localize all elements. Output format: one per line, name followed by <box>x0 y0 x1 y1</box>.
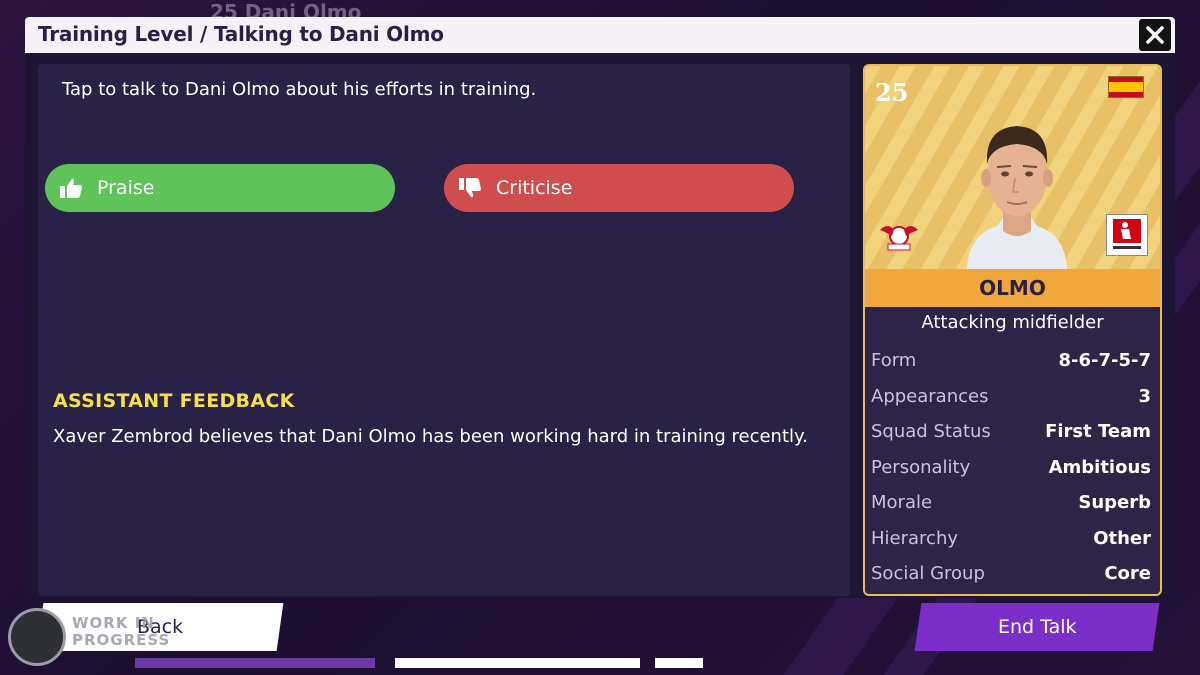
stat-row-social-group: Social Group Core <box>871 563 1151 593</box>
stat-row-squad-status: Squad Status First Team <box>871 421 1151 451</box>
stat-value: First Team <box>1045 421 1151 442</box>
stat-label: Social Group <box>871 563 985 584</box>
stat-value: 3 <box>1138 386 1151 407</box>
stat-label: Appearances <box>871 386 989 407</box>
modal-title-bar: Training Level / Talking to Dani Olmo <box>25 17 1175 53</box>
spain-flag-icon <box>1108 76 1144 98</box>
stat-label: Squad Status <box>871 421 991 442</box>
talk-prompt: Tap to talk to Dani Olmo about his effor… <box>62 79 537 100</box>
bottom-nav-strip <box>395 658 640 668</box>
modal-title: Training Level / Talking to Dani Olmo <box>38 22 444 46</box>
stat-row-personality: Personality Ambitious <box>871 457 1151 487</box>
bottom-nav-strip <box>135 658 375 668</box>
thumbs-up-icon <box>60 178 82 198</box>
stat-value: Ambitious <box>1048 457 1151 478</box>
bottom-nav-strip <box>655 658 703 668</box>
stat-label: Morale <box>871 492 933 513</box>
stat-value: Other <box>1093 528 1151 549</box>
praise-button[interactable]: Praise <box>45 164 395 212</box>
player-card[interactable]: 25 OLMO Attacking midfielder Form 8-6-7-… <box>863 64 1162 596</box>
player-card-header: 25 <box>865 66 1160 269</box>
player-position: Attacking midfielder <box>921 312 1104 333</box>
close-icon <box>1146 26 1164 44</box>
stat-label: Personality <box>871 457 971 478</box>
end-talk-label: End Talk <box>997 616 1077 638</box>
stat-label: Form <box>871 350 917 371</box>
sports-interactive-logo-icon <box>8 608 66 666</box>
assistant-feedback-heading: ASSISTANT FEEDBACK <box>53 390 295 412</box>
criticise-label: Criticise <box>496 177 573 199</box>
stat-label: Hierarchy <box>871 528 959 549</box>
stat-value: Superb <box>1078 492 1151 513</box>
stat-row-appearances: Appearances 3 <box>871 386 1151 416</box>
stat-row-morale: Morale Superb <box>871 492 1151 522</box>
stat-value: 8-6-7-5-7 <box>1058 350 1151 371</box>
bundesliga-badge-icon <box>1106 214 1148 256</box>
watermark-line: PROGRESS <box>72 631 171 649</box>
close-button[interactable] <box>1139 19 1171 51</box>
squad-number: 25 <box>875 78 909 107</box>
rb-leipzig-badge-icon <box>880 226 918 251</box>
praise-label: Praise <box>97 177 155 199</box>
thumbs-down-icon <box>459 178 481 198</box>
player-portrait <box>967 126 1067 269</box>
watermark-line: WORK IN <box>72 614 155 632</box>
player-surname: OLMO <box>865 269 1160 307</box>
work-in-progress-watermark: WORK IN PROGRESS <box>72 615 170 649</box>
stat-value: Core <box>1104 563 1151 584</box>
stat-row-form: Form 8-6-7-5-7 <box>871 350 1151 380</box>
criticise-button[interactable]: Criticise <box>444 164 794 212</box>
assistant-feedback-text: Xaver Zembrod believes that Dani Olmo ha… <box>53 426 808 447</box>
end-talk-button[interactable]: End Talk <box>914 603 1160 651</box>
talk-panel <box>38 64 850 596</box>
stat-row-hierarchy: Hierarchy Other <box>871 528 1151 558</box>
